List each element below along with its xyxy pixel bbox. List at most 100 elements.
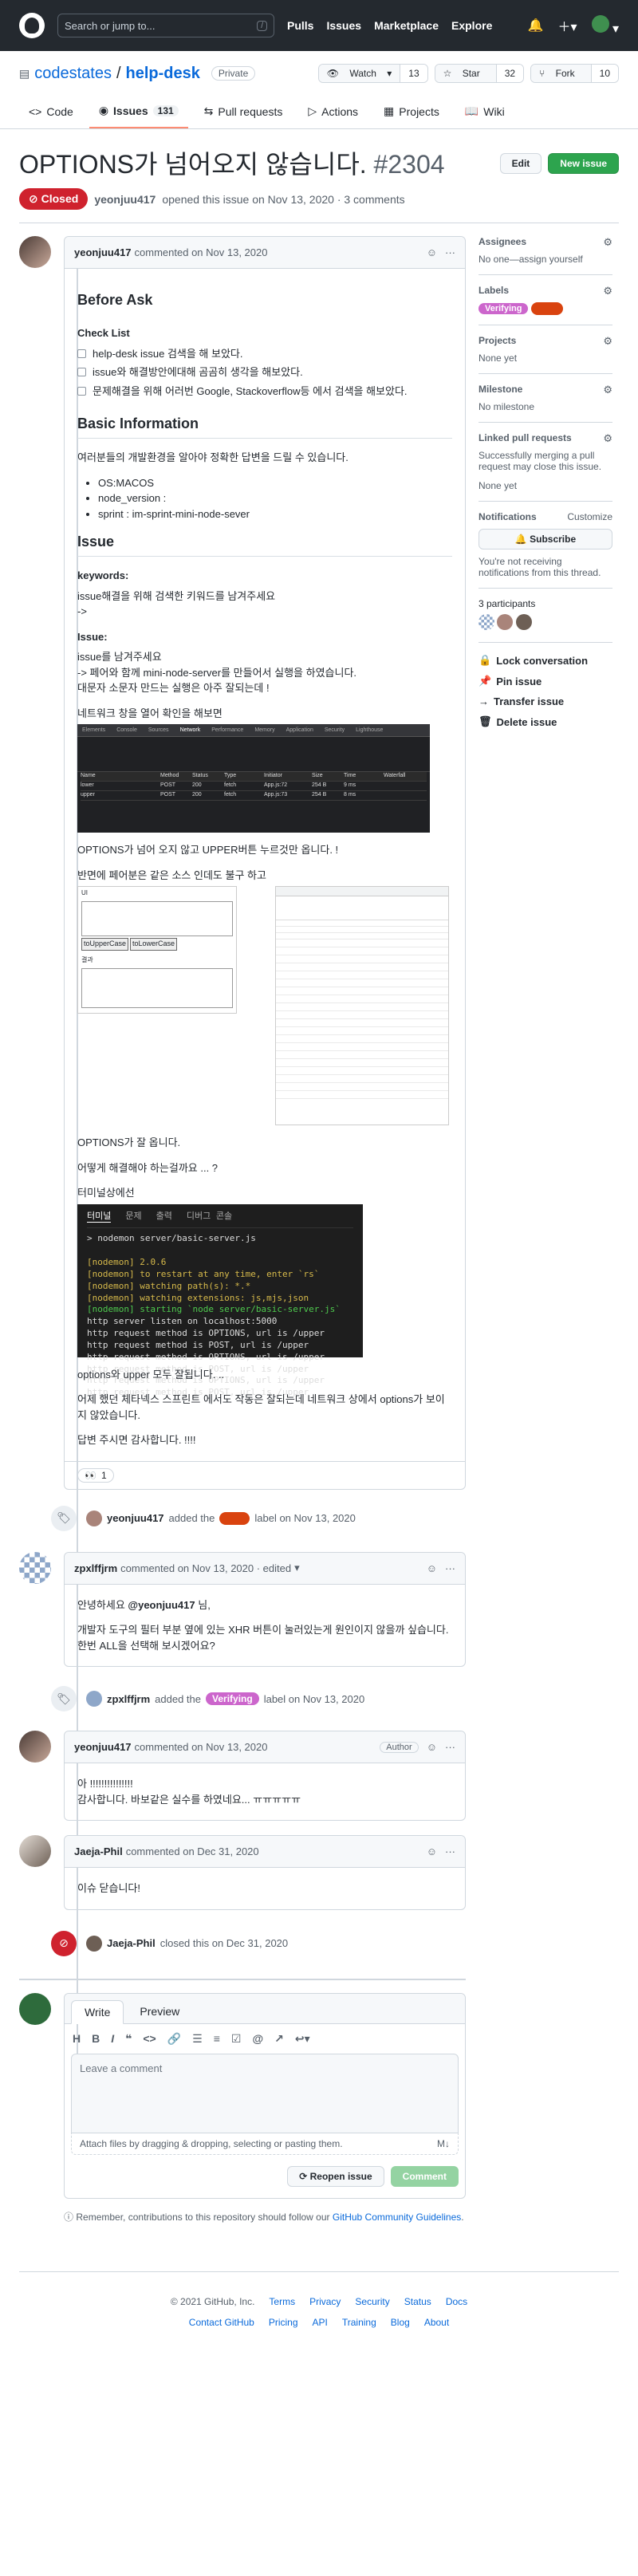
github-logo-icon[interactable] [19,13,45,38]
plus-icon[interactable]: ＋▾ [557,16,577,35]
repo-owner-link[interactable]: codestates [34,65,112,83]
terminal-screenshot[interactable]: 터미널 문제 출력 디버그 콘솔 > nodemon server/basic-ser… [77,1203,363,1397]
transfer-issue-link[interactable]: → Transfer issue [478,695,612,707]
mention-icon[interactable]: @ [252,2032,263,2046]
code-icon[interactable]: <> [143,2032,156,2046]
footer-link-security[interactable]: Security [355,2296,389,2307]
comment-date[interactable]: commented on Nov 13, 2020 · edited [120,1562,291,1574]
nav-explore[interactable]: Explore [451,19,492,32]
kebab-icon[interactable]: ··· [445,1741,455,1753]
event-actor[interactable]: yeonjuu417 [107,1512,164,1524]
avatar[interactable] [19,1835,51,1867]
bulleted-list-icon[interactable]: ☰ [192,2032,203,2046]
gear-icon[interactable]: ⚙ [603,285,612,297]
footer-link-terms[interactable]: Terms [269,2296,295,2307]
nav-marketplace[interactable]: Marketplace [374,19,439,32]
avatar[interactable] [86,1510,102,1526]
gear-icon[interactable]: ⚙ [603,432,612,445]
comment-author[interactable]: yeonjuu417 [74,246,132,258]
app-ui-screenshot[interactable]: UI toUpperCase toLowerCase 결과 [77,886,237,1014]
issue-author-link[interactable]: yeonjuu417 [94,193,156,206]
gear-icon[interactable]: ⚙ [603,335,612,348]
tab-wiki[interactable]: 📖 Wiki [455,97,514,128]
bell-icon[interactable]: 🔔 [528,18,544,33]
avatar[interactable] [19,236,51,268]
kebab-icon[interactable]: ··· [445,246,455,258]
avatar[interactable] [497,614,514,630]
kebab-icon[interactable]: ··· [445,1845,455,1857]
avatar[interactable] [19,1551,51,1584]
assign-yourself-link[interactable]: No one—assign yourself [478,254,583,265]
comment-author[interactable]: yeonjuu417 [74,1741,132,1753]
comment-textarea[interactable]: Leave a comment [71,2053,459,2133]
smiley-icon[interactable]: ☺ [427,246,437,258]
footer-link-privacy[interactable]: Privacy [309,2296,341,2307]
pair-devtools-screenshot[interactable] [275,886,449,1125]
italic-icon[interactable]: I [111,2032,114,2046]
bold-icon[interactable]: B [92,2032,100,2046]
search-input[interactable]: Search or jump to... / [57,14,274,37]
new-issue-button[interactable]: New issue [548,153,619,174]
repo-name-link[interactable]: help-desk [126,65,200,83]
customize-link[interactable]: Customize [567,511,612,522]
reply-icon[interactable]: ↩▾ [295,2032,310,2046]
footer-link-pricing[interactable]: Pricing [269,2317,298,2328]
comment-author[interactable]: zpxlffjrm [74,1562,117,1574]
event-actor[interactable]: zpxlffjrm [107,1693,150,1705]
quote-icon[interactable]: ❝ [125,2032,132,2046]
avatar[interactable] [86,1935,102,1952]
tab-preview[interactable]: Preview [127,2000,192,2023]
smiley-icon[interactable]: ☺ [427,1845,437,1857]
avatar[interactable]: ▾ [591,14,619,37]
task-list-icon[interactable]: ☑ [231,2032,242,2046]
footer-link-docs[interactable]: Docs [446,2296,467,2307]
numbered-list-icon[interactable]: ≡ [214,2032,220,2046]
eyes-reaction[interactable]: 👀 1 [77,1467,114,1483]
label-badge[interactable]: Verifying [206,1692,259,1705]
gear-icon[interactable]: ⚙ [603,236,612,249]
avatar[interactable] [19,1992,51,2025]
subscribe-button[interactable]: 🔔 Subscribe [478,529,612,549]
kebab-icon[interactable]: ··· [445,1562,455,1574]
tab-actions[interactable]: ▷ Actions [298,97,368,128]
watch-button[interactable]: 👁 Watch ▾ 13 [317,64,428,83]
footer-link-about[interactable]: About [424,2317,449,2328]
user-mention[interactable]: @yeonjuu417 [128,1599,195,1611]
reference-icon[interactable]: ↗ [274,2032,284,2046]
footer-link-blog[interactable]: Blog [391,2317,410,2328]
tab-pull-requests[interactable]: ⇆ Pull requests [195,97,293,128]
smiley-icon[interactable]: ☺ [427,1741,437,1753]
tab-projects[interactable]: ▦ Projects [374,97,449,128]
fork-button[interactable]: ⑂ Fork 10 [530,64,619,83]
comment-date[interactable]: commented on Nov 13, 2020 [135,246,268,258]
nav-pulls[interactable]: Pulls [287,19,313,32]
tab-issues[interactable]: ◉ Issues 131 [89,97,188,128]
comment-button[interactable]: Comment [390,2165,459,2187]
comment-date[interactable]: commented on Nov 13, 2020 [135,1741,268,1753]
footer-link-status[interactable]: Status [404,2296,431,2307]
comment-author[interactable]: Jaeja-Phil [74,1845,123,1857]
edit-button[interactable]: Edit [499,153,542,174]
delete-issue-link[interactable]: 🗑 Delete issue [478,715,612,728]
guidelines-link[interactable]: GitHub Community Guidelines [333,2212,461,2223]
comment-date[interactable]: commented on Dec 31, 2020 [126,1845,259,1857]
link-icon[interactable]: 🔗 [167,2032,181,2046]
reopen-issue-button[interactable]: ⟳ Reopen issue [287,2165,384,2187]
tab-code[interactable]: <> Code [19,97,83,128]
label-badge[interactable] [219,1511,250,1525]
footer-link-training[interactable]: Training [342,2317,376,2328]
footer-link-api[interactable]: API [313,2317,328,2328]
devtools-screenshot[interactable]: Elements Console Sources Network Performance… [77,724,430,833]
gear-icon[interactable]: ⚙ [603,384,612,396]
heading-icon[interactable]: H [73,2032,81,2046]
label-verifying[interactable]: Verifying [478,303,529,315]
star-button[interactable]: ☆ Star 32 [434,64,525,83]
nav-issues[interactable]: Issues [326,19,361,32]
label-orange[interactable] [530,302,563,315]
attach-files-area[interactable]: Attach files by dragging & dropping, sel… [71,2133,459,2155]
pin-issue-link[interactable]: 📌 Pin issue [478,675,612,687]
tab-write[interactable]: Write [71,1999,124,2024]
avatar[interactable] [19,1731,51,1763]
lock-conversation-link[interactable]: 🔒 Lock conversation [478,654,612,667]
avatar[interactable] [515,614,532,630]
